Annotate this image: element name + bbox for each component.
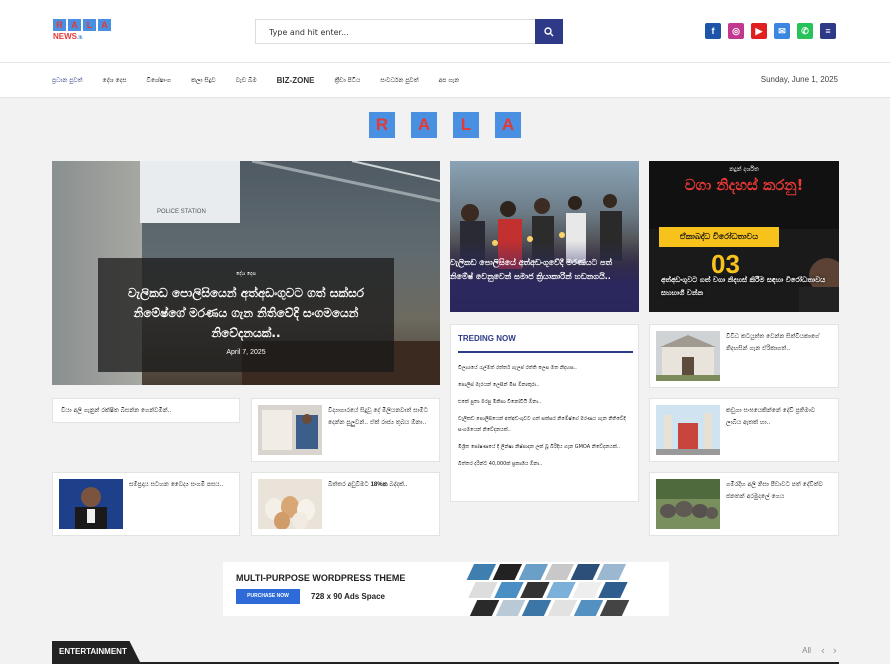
article-thumbnail	[656, 479, 720, 529]
logo-letter: R	[53, 19, 66, 31]
mini-article[interactable]: කඩුගා සංඝයෙකින්නේ දේවි ප්‍රතිමාව ලාබිය ඇ…	[649, 398, 839, 462]
article-thumbnail	[258, 479, 322, 529]
logo-tld: .lk	[77, 35, 83, 41]
article-thumbnail	[59, 479, 123, 529]
nav-item-sports[interactable]: ක්‍රීඩා පිටිය	[334, 77, 360, 85]
ad-headline: MULTI-PURPOSE WORDPRESS THEME	[236, 573, 406, 583]
mini-article[interactable]: විවිධ කටයුත්ත වෙන්න සිත්වියකාගේ නිදහසින්…	[649, 324, 839, 388]
whatsapp-icon[interactable]: ✆	[797, 23, 813, 39]
email-icon[interactable]: ✉	[774, 23, 790, 39]
facebook-icon[interactable]: f	[705, 23, 721, 39]
search-box	[255, 19, 563, 44]
article-title[interactable]: සම්ප්‍රදාය සටහන වෛද්‍ය සංගමි පසය..	[129, 479, 233, 491]
mini-article[interactable]: විද්‍යාගාරයේ සිදුවූ දේ මිලියනවාත් සාමීට …	[251, 398, 440, 462]
trending-list: විලාශයේ රැල්මත් රත්තර් ගැලප් රත්ති ලෙස ම…	[458, 363, 634, 476]
trending-heading: TREDING NOW	[458, 334, 516, 343]
trending-widget: TREDING NOW විලාශයේ රැල්මත් රත්තර් ගැලප්…	[450, 324, 639, 502]
entertainment-section-header: ENTERTAINMENT All ‹ ›	[52, 641, 839, 664]
search-input[interactable]	[256, 21, 532, 44]
trending-item[interactable]: බීත්තර දරින්ට 40,000ක් ප්‍රකාශිය ඕනා..	[458, 459, 634, 470]
banner-logo[interactable]: R A L A	[369, 112, 521, 138]
instagram-icon[interactable]: ◎	[728, 23, 744, 39]
article-thumbnail	[656, 331, 720, 381]
social-links: f ◎ ▶ ✉ ✆ ≡	[705, 23, 836, 39]
mini-article[interactable]: ගමිරදිහ අලි නිසා පීඩාවට පත් දේවිත්ව ජනතන…	[649, 472, 839, 536]
featured-article-2[interactable]: වැලිකඩ පොලිසියේ අත්අඩංගුවේදී මරණයට පත් න…	[450, 161, 639, 312]
banner-logo-letter: A	[411, 112, 437, 138]
title-part: බිත්තර අඩුවීමට	[328, 481, 371, 488]
menu-icon[interactable]: ≡	[820, 23, 836, 39]
article-title[interactable]: අත්අඩංගුවට ගත් වගා නිදහස් කිරීම සඳහා විර…	[661, 274, 837, 300]
nav-item-development[interactable]: සංවර්ධන පුවත්	[380, 77, 418, 85]
search-button[interactable]	[535, 19, 563, 44]
hero-title[interactable]: වැලිකඩ පොලිසියෙන් අත්අඩංගුවට ගත් සක්සර න…	[98, 283, 394, 343]
article-title[interactable]: ගමිරදිහ අලි නිසා පීඩාවට පත් දේවිත්ව ජනතන…	[726, 479, 832, 503]
ad-size-label: 728 x 90 Ads Space	[311, 592, 385, 601]
text-article[interactable]: වියා අලි ගැනුන් රක්ෂිත බිසන්න ගෙන්වමින්.…	[52, 398, 240, 423]
article-thumbnail	[258, 405, 322, 455]
trending-item[interactable]: වැලිකඩ පොලිසියෙන් අත්අඩංගුවට ගත් සක්සර න…	[458, 414, 634, 436]
youtube-icon[interactable]: ▶	[751, 23, 767, 39]
nav-item-arts[interactable]: කලා සිදුව	[191, 77, 216, 85]
article-title[interactable]: විවිධ කටයුත්ත වෙන්න සිත්වියකාගේ නිදහසින්…	[726, 331, 832, 355]
title-percent: 18%ක	[370, 482, 388, 488]
site-logo[interactable]: R A L A NEWS.lk	[53, 19, 115, 45]
mini-article[interactable]: සම්ප්‍රදාය සටහන වෛද්‍ය සංගමි පසය..	[52, 472, 240, 536]
trending-item[interactable]: පොලිස් මැරයන් ලෙසින් මිස ඕනාකුරා..	[458, 380, 634, 391]
banner-logo-letter: A	[495, 112, 521, 138]
hero-caption: දේශ දෙස වැලිකඩ පොලිසියෙන් අත්අඩංගුවට ගත්…	[98, 258, 394, 372]
logo-news: NEWS	[53, 32, 77, 41]
nav-item-local[interactable]: දේශ දෙස	[103, 77, 127, 85]
trending-item[interactable]: මිශ්‍රිත පෝෂණයේ දී ලින්ෂා නිෂ්පාදන ලක් බ…	[458, 442, 634, 453]
trending-divider	[458, 351, 633, 353]
nav-item-main-news[interactable]: ප්‍රධාන පුවත්	[52, 77, 83, 85]
article-title[interactable]: විද්‍යාගාරයේ සිදුවූ දේ මිලියනවාත් සාමීට …	[328, 405, 433, 429]
hero-category[interactable]: දේශ දෙස	[98, 271, 394, 277]
banner-logo-letter: R	[369, 112, 395, 138]
title-part: බද්දක්..	[387, 481, 408, 488]
article-thumbnail	[656, 405, 720, 455]
ad-collage-image	[435, 562, 669, 616]
article-title[interactable]: බිත්තර අඩුවීමට 18%ක බද්දක්..	[328, 479, 433, 491]
current-date: Sunday, June 1, 2025	[760, 75, 838, 84]
entertainment-tab[interactable]: ENTERTAINMENT	[52, 641, 140, 662]
nav-item-about[interactable]: අප ගැන	[439, 77, 460, 85]
search-icon	[544, 26, 554, 36]
article-title[interactable]: කඩුගා සංඝයෙකින්නේ දේවි ප්‍රතිමාව ලාබිය ඇ…	[726, 405, 832, 429]
site-header: R A L A NEWS.lk f ◎ ▶ ✉ ✆ ≡	[0, 0, 890, 63]
chevron-left-icon[interactable]: ‹	[821, 644, 825, 657]
logo-letter: A	[68, 19, 81, 31]
mini-article[interactable]: බිත්තර අඩුවීමට 18%ක බද්දක්..	[251, 472, 440, 536]
trending-item[interactable]: විලාශයේ රැල්මත් රත්තර් ගැලප් රත්ති ලෙස ම…	[458, 363, 634, 374]
logo-letter: L	[83, 19, 96, 31]
trending-item[interactable]: එකේ පුතා මරපු මිනිසා විනෝවියි ඕනා..	[458, 397, 634, 408]
nav-item-features[interactable]: විශේෂාංග	[147, 77, 172, 85]
logo-letter: A	[98, 19, 111, 31]
nav-item-biz-zone[interactable]: BIZ-ZONE	[277, 76, 315, 85]
view-all-link[interactable]: All	[802, 646, 811, 655]
banner-logo-letter: L	[453, 112, 479, 138]
ad-purchase-button[interactable]: PURCHASE NOW	[236, 589, 300, 604]
ad-banner[interactable]: MULTI-PURPOSE WORDPRESS THEME PURCHASE N…	[223, 562, 669, 616]
article-title[interactable]: වැලිකඩ පොලිසියේ අත්අඩංගුවේදී මරණයට පත් න…	[450, 256, 639, 284]
hero-date: April 7, 2025	[226, 349, 266, 356]
featured-article-3[interactable]: නදුන් දර්ශිත වගා නිදහස් කරනු! ඒකාබද්ධ වි…	[649, 161, 839, 312]
main-nav: ප්‍රධාන පුවත් දේශ දෙස විශේෂාංග කලා සිදුව…	[0, 63, 890, 98]
chevron-right-icon[interactable]: ›	[833, 644, 837, 657]
hero-article[interactable]: POLICE STATION දේශ දෙස වැලිකඩ පොලිසියෙන්…	[52, 161, 440, 385]
nav-item-workplace[interactable]: වැඩ බිම	[236, 77, 257, 85]
